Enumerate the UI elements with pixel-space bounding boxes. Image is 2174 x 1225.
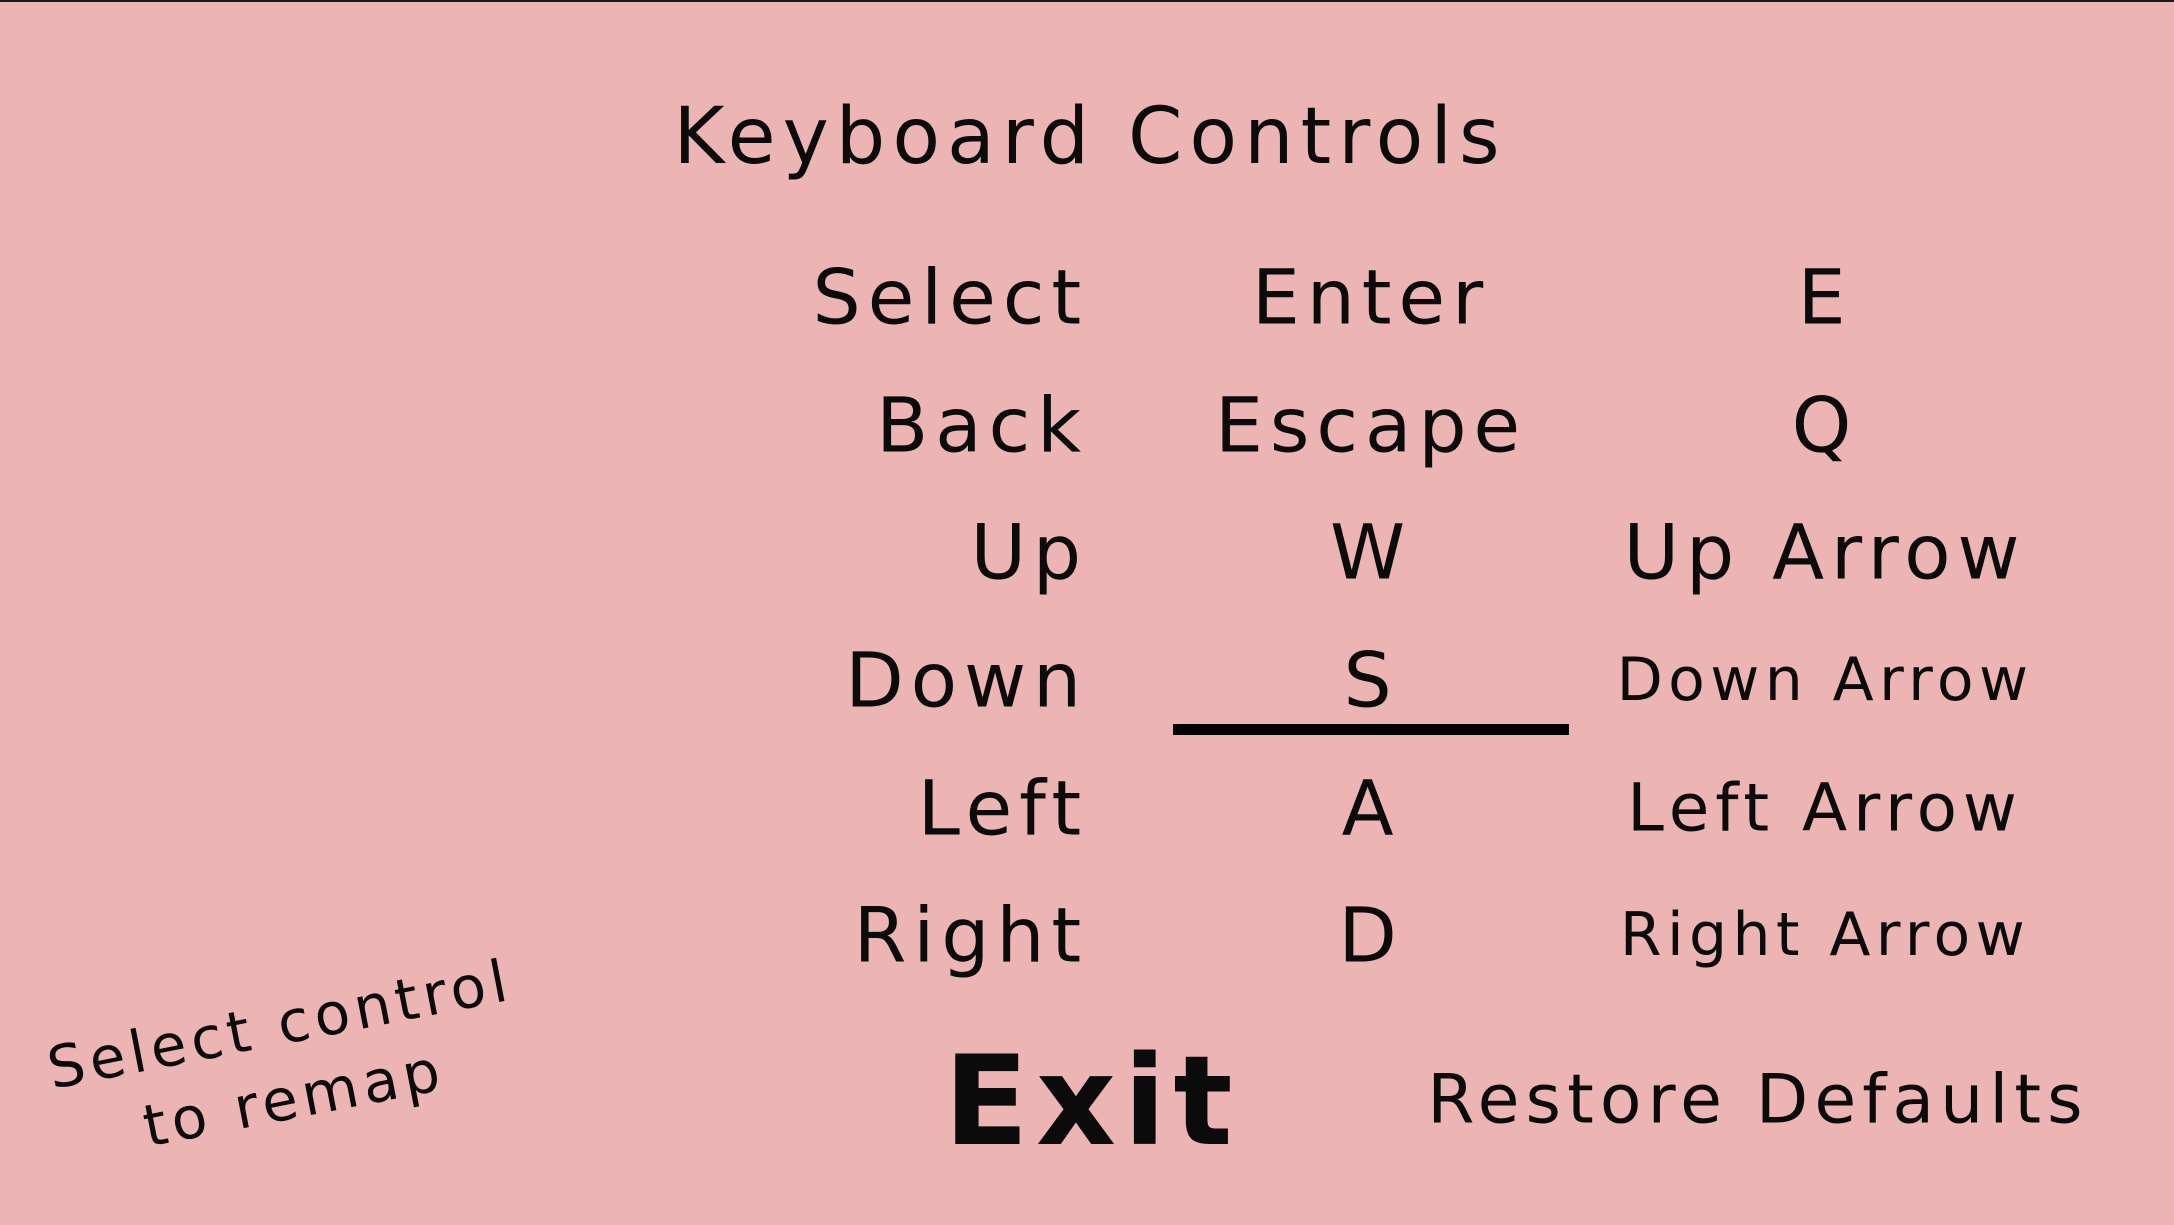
secondary-key-select[interactable]: E <box>1798 253 1853 342</box>
remap-hint: Select control to remap <box>41 943 533 1181</box>
primary-key-down[interactable]: S <box>1343 636 1398 725</box>
restore-defaults-button[interactable]: Restore Defaults <box>1427 1061 2088 1140</box>
selection-underline <box>1173 724 1569 735</box>
primary-key-back[interactable]: Escape <box>1215 381 1527 470</box>
exit-button[interactable]: Exit <box>944 1030 1240 1174</box>
secondary-key-down[interactable]: Down Arrow <box>1617 645 2034 715</box>
secondary-key-up[interactable]: Up Arrow <box>1624 508 2027 597</box>
primary-key-select[interactable]: Enter <box>1252 253 1490 342</box>
primary-key-right[interactable]: D <box>1338 891 1403 980</box>
primary-key-up[interactable]: W <box>1330 508 1412 597</box>
page-title: Keyboard Controls <box>673 92 1507 182</box>
action-label-up: Up <box>970 507 1088 597</box>
action-label-left: Left <box>917 763 1088 853</box>
secondary-key-back[interactable]: Q <box>1792 381 1859 470</box>
action-label-select: Select <box>812 252 1088 342</box>
secondary-key-left[interactable]: Left Arrow <box>1627 770 2023 847</box>
primary-key-left[interactable]: A <box>1342 764 1401 853</box>
action-label-right: Right <box>853 890 1088 980</box>
action-label-down: Down <box>845 635 1088 725</box>
secondary-key-right[interactable]: Right Arrow <box>1620 900 2030 970</box>
action-label-back: Back <box>876 380 1088 470</box>
